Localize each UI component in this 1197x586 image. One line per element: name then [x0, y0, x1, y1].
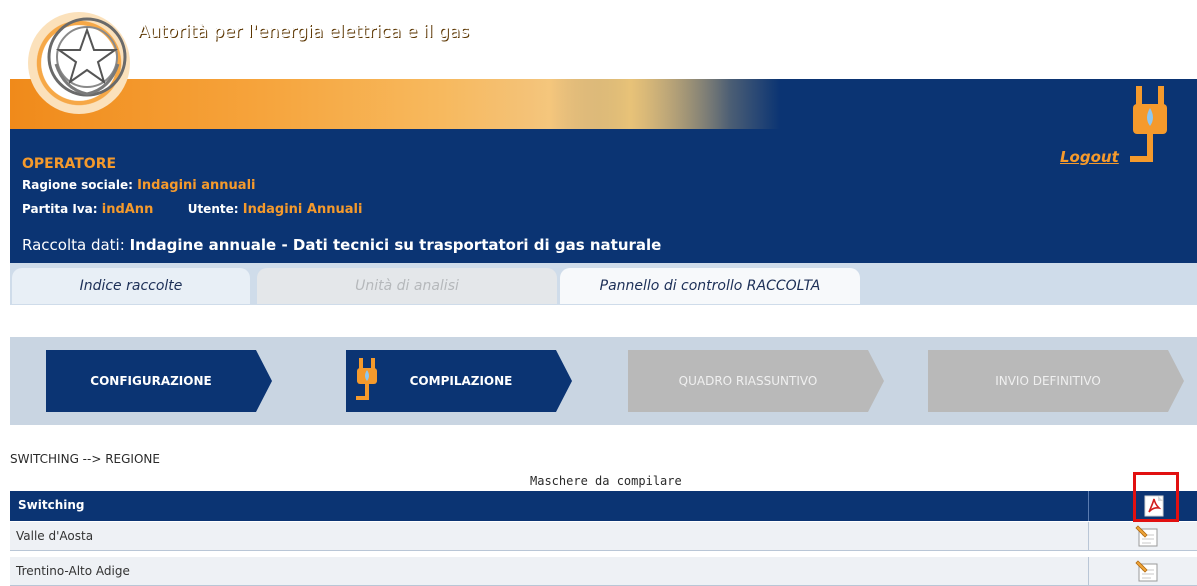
- row-divider: [1088, 522, 1089, 550]
- row-label: Valle d'Aosta: [16, 529, 94, 543]
- table-row[interactable]: Valle d'Aosta: [10, 522, 1197, 551]
- plug-icon: [1130, 86, 1167, 162]
- tab-unita-di-analisi: Unità di analisi: [257, 268, 557, 304]
- table-header: [10, 491, 1197, 521]
- step-invio-label: INVIO DEFINITIVO: [995, 374, 1101, 388]
- table-row[interactable]: Trentino-Alto Adige: [10, 557, 1197, 586]
- step-configurazione[interactable]: CONFIGURAZIONE: [46, 350, 256, 412]
- ragione-label: Ragione sociale:: [22, 178, 133, 192]
- utente-value: Indagini Annuali: [242, 202, 363, 217]
- table-header-divider: [1088, 491, 1089, 521]
- utente-label: Utente:: [187, 202, 239, 216]
- partita-label: Partita Iva:: [22, 202, 98, 216]
- header-banner: [10, 79, 1197, 129]
- step-quadro-riassuntivo: QUADRO RIASSUNTIVO: [628, 350, 868, 412]
- partita-utente: Partita Iva: indAnn Utente: Indagini Ann…: [22, 202, 362, 217]
- step-quadro-label: QUADRO RIASSUNTIVO: [678, 374, 818, 388]
- raccolta-value: Indagine annuale - Dati tecnici su trasp…: [129, 236, 662, 254]
- emblem-icon: [47, 17, 127, 97]
- breadcrumb: SWITCHING --> REGIONE: [10, 452, 160, 466]
- table-header-label: Switching: [18, 498, 85, 512]
- raccolta-dati: Raccolta dati: Indagine annuale - Dati t…: [22, 236, 661, 254]
- ragione-value: Indagini annuali: [137, 178, 256, 193]
- logout-link[interactable]: Logout: [1060, 148, 1119, 166]
- step-invio-arrow: [1168, 350, 1184, 412]
- plug-icon: [356, 358, 377, 400]
- edit-icon[interactable]: [1135, 559, 1161, 583]
- edit-icon[interactable]: [1135, 524, 1161, 548]
- tab-pannello-controllo[interactable]: Pannello di controllo RACCOLTA: [560, 268, 860, 304]
- row-divider: [1088, 557, 1089, 585]
- tab-indice-raccolte[interactable]: Indice raccolte: [12, 268, 250, 304]
- table-caption: Maschere da compilare: [530, 474, 682, 488]
- header-title: Autorità per l'energia elettrica e il ga…: [138, 22, 470, 42]
- step-configurazione-label: CONFIGURAZIONE: [90, 374, 212, 388]
- step-compilazione-arrow: [556, 350, 572, 412]
- step-configurazione-arrow: [256, 350, 272, 412]
- header-glow: [530, 79, 780, 129]
- partita-value: indAnn: [101, 202, 154, 217]
- row-label: Trentino-Alto Adige: [16, 564, 130, 578]
- pdf-highlight-box: [1133, 472, 1179, 522]
- step-compilazione-label: COMPILAZIONE: [409, 374, 513, 388]
- ragione-sociale: Ragione sociale: Indagini annuali: [22, 178, 255, 193]
- step-invio-definitivo: INVIO DEFINITIVO: [928, 350, 1168, 412]
- raccolta-label: Raccolta dati:: [22, 236, 125, 254]
- operator-heading: OPERATORE: [22, 156, 117, 172]
- step-compilazione[interactable]: COMPILAZIONE: [346, 350, 556, 412]
- step-quadro-arrow: [868, 350, 884, 412]
